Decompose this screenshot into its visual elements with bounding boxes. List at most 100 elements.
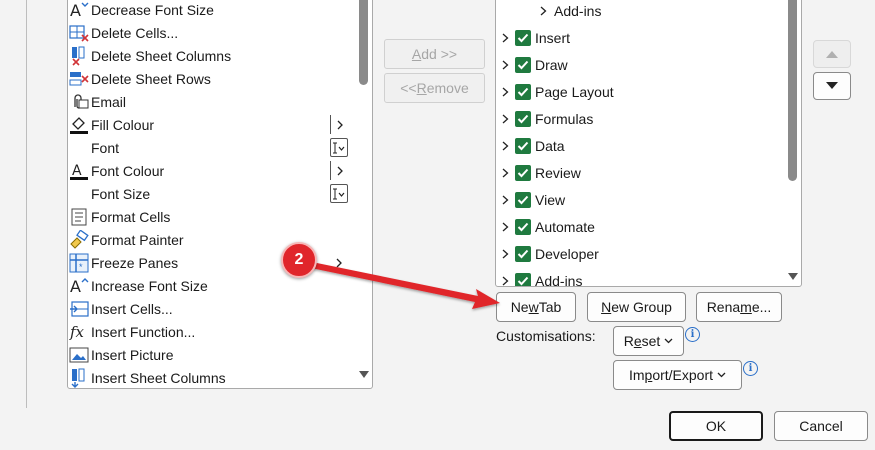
insert-function-icon: fx [68,321,90,343]
chevron-right-icon[interactable] [498,161,512,185]
command-item[interactable]: fx Insert Function... [68,320,356,343]
remove-button-label-a: << [400,80,417,96]
checkbox-checked-icon[interactable] [515,138,531,154]
checkbox-checked-icon[interactable] [515,57,531,73]
decrease-font-icon: A [68,0,90,21]
command-item[interactable]: Font Size [68,182,356,205]
commands-list[interactable]: Insert Sheet Columns Insert Picture fx Inse… [67,0,373,389]
ribbon-tab-label: Automate [535,219,595,235]
command-item[interactable]: Format Cells [68,205,356,228]
email-icon [68,91,90,113]
chevron-right-icon[interactable] [498,242,512,266]
ribbon-tabs-tree[interactable]: Add-ins Developer Automate View Review Data Fo… [495,0,802,287]
ribbon-tab-label: Add-ins [554,3,602,19]
cancel-button[interactable]: Cancel [774,411,868,441]
ribbon-tab-item[interactable]: Add-ins [534,0,801,23]
reset-button[interactable]: Re set [613,326,684,356]
command-item[interactable]: Font [68,136,356,159]
scroll-down-arrow-icon[interactable] [788,273,798,280]
chevron-right-icon[interactable] [498,269,512,286]
checkbox-checked-icon[interactable] [515,111,531,127]
delete-cells-icon [68,22,90,44]
command-item[interactable]: Insert Picture [68,343,356,366]
new-group-label-b: N [601,299,612,315]
combo-box-icon [330,184,348,203]
command-item[interactable]: Fill Colour [68,113,356,136]
ok-button[interactable]: OK [669,411,763,441]
remove-button[interactable]: << Remove [384,73,485,103]
chevron-right-icon[interactable] [498,80,512,104]
command-item-label: Font [91,139,120,156]
ribbon-tab-item[interactable]: Automate [496,215,786,239]
new-tab-button[interactable]: Ne w Tab [496,292,576,322]
checkbox-checked-icon[interactable] [515,273,531,286]
commands-scrollbar[interactable] [355,0,372,388]
ribbon-tab-label: Developer [535,246,599,262]
svg-text:*: * [79,262,83,272]
chevron-right-icon[interactable] [498,26,512,50]
delete-columns-icon [68,45,90,67]
checkbox-checked-icon[interactable] [515,165,531,181]
ribbon-tab-item[interactable]: Page Layout [496,80,786,104]
move-down-button[interactable] [813,72,851,100]
ribbon-tab-item[interactable]: Formulas [496,107,786,131]
chevron-right-icon[interactable] [498,215,512,239]
move-up-button[interactable] [813,40,851,68]
svg-text:A: A [72,163,82,179]
command-item[interactable]: Delete Sheet Rows [68,67,356,90]
ribbon-tab-item[interactable]: Add-ins [496,269,786,287]
info-icon[interactable]: i [743,361,758,376]
step-callout-badge: 2 [281,242,317,278]
ribbon-tab-label: Add-ins [535,273,583,287]
command-item-label: Insert Picture [91,346,174,363]
insert-columns-icon [68,367,90,389]
ribbon-tab-item[interactable]: Draw [496,53,786,77]
command-item-label: Format Cells [91,208,171,225]
chevron-right-icon[interactable] [498,53,512,77]
command-item[interactable]: Insert Sheet Columns [68,366,356,389]
ribbon-tab-item[interactable]: Data [496,134,786,158]
ribbon-tab-item[interactable]: Review [496,161,786,185]
new-group-label-c: ew Group [611,299,672,315]
ribbon-tab-item[interactable]: Insert [496,26,786,50]
add-button[interactable]: Add >> [384,39,485,69]
commands-scroll-thumb[interactable] [359,0,368,85]
command-item[interactable]: Delete Sheet Columns [68,44,356,67]
triangle-up-icon [826,51,838,58]
chevron-right-icon[interactable] [498,107,512,131]
fill-colour-icon [68,114,90,136]
command-item[interactable]: A Increase Font Size [68,274,356,297]
command-item[interactable]: Email [68,90,356,113]
checkbox-checked-icon[interactable] [515,84,531,100]
rename-label-a: Rena [706,299,741,315]
ribbon-tab-item[interactable]: Developer [496,242,786,266]
command-item-label: Decrease Font Size [91,1,214,18]
command-item[interactable]: Insert Cells... [68,297,356,320]
insert-picture-icon [68,344,90,366]
info-icon[interactable]: i [685,327,700,342]
rename-label-b: m [740,299,752,315]
command-item[interactable]: A Font Colour [68,159,356,182]
scroll-down-arrow-icon[interactable] [359,371,369,378]
reset-label-c: set [641,333,661,349]
chevron-down-icon [664,338,673,344]
freeze-panes-icon: * [68,252,90,274]
chevron-right-icon[interactable] [498,188,512,212]
tree-scroll-thumb[interactable] [788,0,797,181]
rename-button[interactable]: Rena m e... [696,292,782,322]
split-menu-arrow-icon [330,115,348,134]
chevron-right-icon[interactable] [498,134,512,158]
checkbox-checked-icon[interactable] [515,192,531,208]
checkbox-checked-icon[interactable] [515,246,531,262]
tree-scrollbar[interactable] [784,0,801,286]
command-item[interactable]: A Decrease Font Size [68,0,356,21]
checkbox-checked-icon[interactable] [515,30,531,46]
chevron-right-icon[interactable] [536,0,550,23]
command-item-label: Increase Font Size [91,277,208,294]
command-item-label: Delete Sheet Columns [91,47,232,64]
import-export-button[interactable]: Im p ort/Export [613,360,742,390]
checkbox-checked-icon[interactable] [515,219,531,235]
new-group-button[interactable]: New Group [587,292,686,322]
ribbon-tab-item[interactable]: View [496,188,786,212]
command-item[interactable]: Delete Cells... [68,21,356,44]
